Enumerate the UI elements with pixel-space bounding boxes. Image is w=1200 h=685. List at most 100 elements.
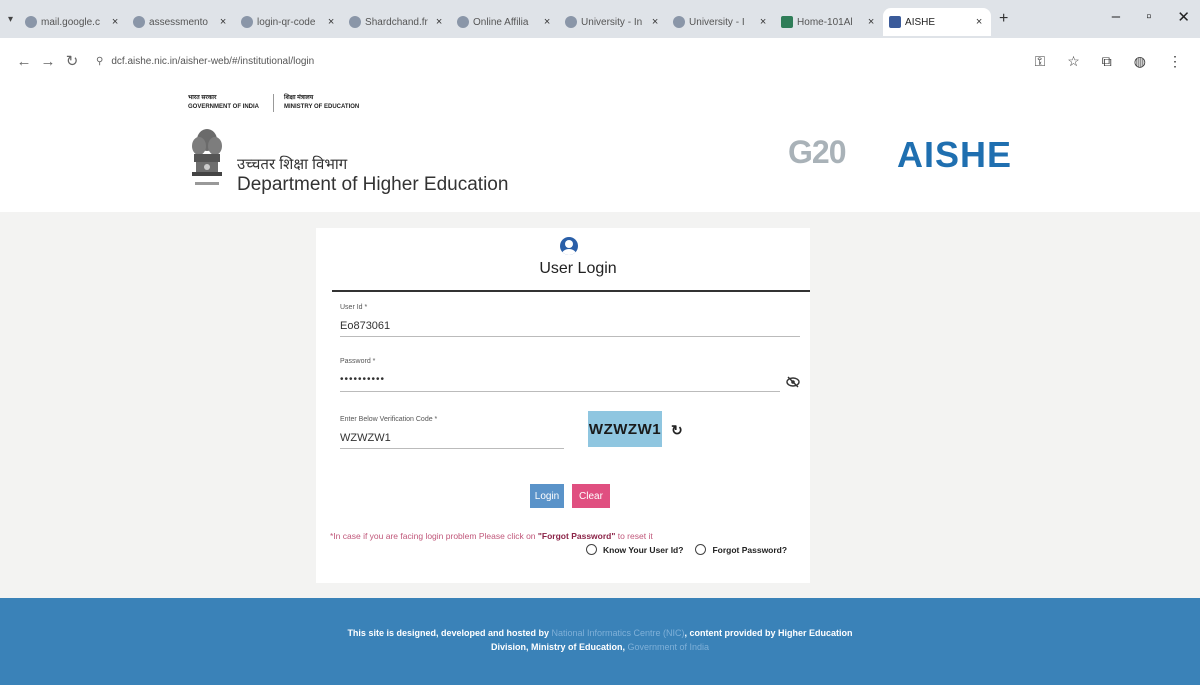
tab-label: AISHE — [905, 16, 936, 28]
know-user-id-radio[interactable] — [586, 544, 597, 555]
ministry-english: MINISTRY OF EDUCATION — [284, 104, 360, 110]
help-text-prefix: *In case if you are facing login problem… — [330, 531, 538, 541]
dept-name-hindi: उच्चतर शिक्षा विभाग — [237, 156, 348, 173]
know-user-id-label[interactable]: Know Your User Id? — [603, 545, 683, 555]
refresh-captcha-icon[interactable]: ↻ — [671, 422, 683, 439]
globe-icon — [565, 16, 578, 28]
browser-tab[interactable]: assessmento × — [127, 8, 235, 36]
password-underline — [340, 391, 780, 392]
help-text-suffix: to reset it — [615, 531, 653, 541]
ministry-of-education: शिक्षा मंत्रालय MINISTRY OF EDUCATION — [273, 94, 359, 112]
google-icon — [25, 16, 38, 28]
close-icon[interactable]: × — [649, 16, 661, 28]
national-emblem-icon — [192, 129, 222, 185]
aishe-logo: AISHE — [897, 134, 1013, 175]
footer-text-3: Division, Ministry of Education, — [490, 642, 628, 652]
browser-tab[interactable]: mail.google.c × — [19, 8, 127, 36]
browser-tab[interactable]: Home-101Al × — [775, 8, 883, 36]
extensions-icon[interactable]: ⧉ — [1102, 53, 1112, 70]
login-button[interactable]: Login — [530, 484, 564, 508]
close-icon[interactable]: × — [217, 16, 229, 28]
site-icon — [781, 16, 794, 28]
back-icon[interactable]: ← — [12, 53, 36, 70]
captcha-image: WZWZW1 — [588, 411, 662, 447]
site-header: भारत सरकार GOVERNMENT OF INDIA शिक्षा मं… — [0, 84, 1200, 212]
gov-hindi: भारत सरकार — [188, 95, 217, 101]
window-controls: – ▫ ✕ — [1112, 8, 1190, 26]
eye-slash-icon[interactable] — [786, 375, 800, 389]
goi-link[interactable]: Government of India — [627, 642, 709, 652]
globe-icon — [673, 16, 686, 28]
aishe-icon — [889, 16, 902, 28]
forgot-password-hint: "Forgot Password" — [537, 531, 616, 541]
ministry-hindi: शिक्षा मंत्रालय — [284, 95, 314, 101]
forgot-password-label[interactable]: Forgot Password? — [712, 545, 787, 555]
bookmark-star-icon[interactable]: ☆ — [1067, 53, 1080, 70]
gov-english: GOVERNMENT OF INDIA — [188, 104, 260, 110]
captcha-label: Enter Below Verification Code * — [340, 416, 438, 423]
site-icon — [241, 16, 254, 28]
close-icon[interactable]: × — [433, 16, 445, 28]
tab-label: Online Affilia — [473, 16, 529, 28]
tab-label: University - In — [581, 16, 643, 28]
password-label: Password * — [340, 358, 376, 365]
tab-label: mail.google.c — [41, 16, 100, 28]
site-footer: This site is designed, developed and hos… — [0, 598, 1200, 685]
nic-link[interactable]: National Informatics Centre (NIC) — [551, 628, 684, 638]
footer-text: This site is designed, developed and hos… — [300, 626, 900, 654]
user-id-underline — [340, 336, 800, 337]
window-close-icon[interactable]: ✕ — [1177, 8, 1190, 26]
forgot-password-radio[interactable] — [695, 544, 707, 555]
browser-tab[interactable]: University - I × — [667, 8, 775, 36]
gov-strip: भारत सरकार GOVERNMENT OF INDIA शिक्षा मं… — [188, 94, 359, 112]
browser-tab[interactable]: login-qr-code × — [235, 8, 343, 36]
captcha-underline — [340, 448, 564, 449]
address-bar: ← → ↻ ⚲ dcf.aishe.nic.in/aisher-web/#/in… — [0, 38, 1200, 84]
tab-label: Home-101Al — [797, 16, 853, 28]
login-title: User Login — [539, 260, 617, 277]
footer-text-1: This site is designed, developed and hos… — [347, 628, 552, 638]
close-icon[interactable]: × — [541, 16, 553, 28]
tab-search-icon[interactable]: ▾ — [8, 14, 13, 25]
password-field[interactable]: •••••••••• — [340, 374, 385, 385]
profile-icon[interactable]: ◍ — [1134, 53, 1146, 70]
clear-button[interactable]: Clear — [572, 484, 610, 508]
title-divider — [332, 290, 810, 292]
reload-icon[interactable]: ↻ — [60, 52, 84, 70]
tab-label: login-qr-code — [257, 16, 316, 28]
browser-tab[interactable]: University - In × — [559, 8, 667, 36]
site-icon — [457, 16, 470, 28]
captcha-input[interactable]: WZWZW1 — [340, 432, 391, 444]
close-icon[interactable]: × — [865, 16, 877, 28]
login-card: User Login User Id * Eo873061 Password *… — [316, 228, 810, 583]
minimize-icon[interactable]: – — [1112, 8, 1120, 26]
login-help-text: *In case if you are facing login problem… — [330, 531, 653, 541]
forward-icon[interactable]: → — [36, 53, 60, 70]
browser-tab[interactable]: Online Affilia × — [451, 8, 559, 36]
tab-label: Shardchand.fr — [365, 16, 428, 28]
footer-text-2: , content provided by Higher Education — [684, 628, 853, 638]
dept-name-english: Department of Higher Education — [237, 174, 509, 195]
site-icon — [133, 16, 146, 28]
maximize-icon[interactable]: ▫ — [1146, 8, 1151, 26]
site-info-icon[interactable]: ⚲ — [96, 56, 103, 67]
new-tab-icon[interactable]: + — [999, 10, 1008, 28]
close-icon[interactable]: × — [757, 16, 769, 28]
gov-of-india: भारत सरकार GOVERNMENT OF INDIA — [188, 94, 259, 112]
browser-tab[interactable]: Shardchand.fr × — [343, 8, 451, 36]
url-field[interactable]: ⚲ dcf.aishe.nic.in/aisher-web/#/institut… — [96, 56, 1035, 67]
url-text: dcf.aishe.nic.in/aisher-web/#/institutio… — [111, 55, 315, 67]
menu-icon[interactable]: ⋮ — [1168, 53, 1182, 70]
browser-tab-active[interactable]: AISHE × — [883, 8, 992, 36]
translate-icon[interactable]: ⚿ — [1035, 53, 1046, 70]
user-icon — [560, 237, 578, 255]
tab-label: assessmento — [149, 16, 208, 28]
g20-logo: G20 — [788, 134, 846, 170]
close-icon[interactable]: × — [325, 16, 337, 28]
browser-tab-bar: ▾ mail.google.c × assessmento × login-qr-c… — [0, 0, 1200, 38]
close-icon[interactable]: × — [109, 16, 121, 28]
user-id-field[interactable]: Eo873061 — [340, 320, 390, 332]
tab-label: University - I — [689, 16, 745, 28]
user-id-label: User Id * — [340, 304, 368, 311]
close-icon[interactable]: × — [973, 16, 985, 28]
